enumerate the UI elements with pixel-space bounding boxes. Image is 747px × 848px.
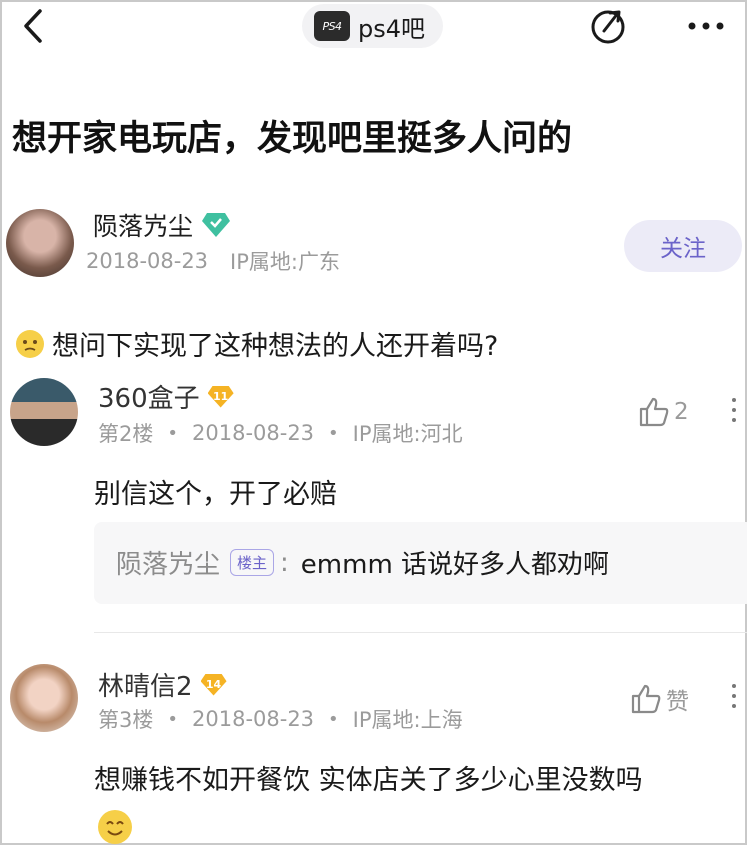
share-button[interactable] bbox=[586, 4, 630, 48]
reply-colon: : bbox=[280, 547, 289, 578]
back-icon bbox=[24, 9, 42, 43]
more-button[interactable] bbox=[684, 4, 728, 48]
share-icon bbox=[591, 10, 625, 44]
comment-meta: 第2楼 • 2018-08-23 • IP属地:河北 bbox=[98, 418, 463, 448]
kebab-icon[interactable] bbox=[729, 398, 739, 422]
author-meta: 2018-08-23 IP属地:广东 bbox=[86, 246, 340, 276]
forum-name: ps4吧 bbox=[358, 14, 426, 43]
level-badge-icon: 11 bbox=[207, 385, 234, 408]
comment-date: 2018-08-23 bbox=[192, 707, 315, 731]
divider bbox=[94, 632, 747, 633]
comment-avatar[interactable] bbox=[10, 664, 78, 732]
forum-logo: PS4 bbox=[314, 11, 350, 41]
comment-floor: 第3楼 bbox=[98, 708, 154, 732]
post-ip: IP属地:广东 bbox=[230, 250, 340, 274]
more-icon bbox=[688, 22, 724, 30]
comment-author-name: 360盒子 bbox=[98, 384, 200, 414]
post-date: 2018-08-23 bbox=[86, 249, 209, 273]
post-title: 想开家电玩店，发现吧里挺多人问的 bbox=[12, 119, 573, 159]
reply-box[interactable]: 陨落㞧尘 楼主 : emmm 话说好多人都劝啊 bbox=[94, 522, 747, 604]
comment-author-row[interactable]: 360盒子 11 bbox=[98, 378, 234, 415]
comment-meta: 第3楼 • 2018-08-23 • IP属地:上海 bbox=[98, 704, 463, 734]
reply-user[interactable]: 陨落㞧尘 bbox=[116, 544, 220, 581]
verified-icon bbox=[202, 213, 231, 237]
comment-floor: 第2楼 bbox=[98, 422, 154, 446]
author-name-row[interactable]: 陨落㞧尘 bbox=[93, 207, 231, 243]
post-body: 想问下实现了这种想法的人还开着吗? bbox=[16, 324, 498, 363]
comment-avatar[interactable] bbox=[10, 378, 78, 446]
forum-pill[interactable]: PS4 ps4吧 bbox=[302, 4, 444, 48]
comment-ip: IP属地:上海 bbox=[352, 708, 463, 732]
follow-button[interactable]: 关注 bbox=[624, 220, 742, 272]
comment-date: 2018-08-23 bbox=[192, 421, 315, 445]
thumbs-up-icon bbox=[639, 397, 669, 427]
post-text: 想问下实现了这种想法的人还开着吗? bbox=[52, 331, 499, 362]
reply-line: 陨落㞧尘 楼主 : emmm 话说好多人都劝啊 bbox=[116, 544, 609, 581]
op-tag: 楼主 bbox=[230, 549, 275, 576]
thumbs-up-icon bbox=[631, 684, 661, 714]
author-avatar[interactable] bbox=[6, 209, 74, 277]
comment-author-row[interactable]: 林晴信2 14 bbox=[98, 666, 227, 703]
reply-text: emmm 话说好多人都劝啊 bbox=[300, 550, 610, 580]
kebab-icon[interactable] bbox=[729, 684, 739, 708]
comment-text: 想赚钱不如开餐饮 实体店关了多少心里没数吗 bbox=[94, 765, 643, 796]
like-button[interactable]: 2 bbox=[638, 396, 689, 428]
comment-text: 别信这个，开了必赔 bbox=[94, 479, 337, 510]
level-badge-icon: 14 bbox=[200, 673, 227, 696]
like-button[interactable]: 赞 bbox=[630, 682, 689, 716]
emoji-icon bbox=[98, 810, 132, 844]
emoji-icon bbox=[16, 329, 44, 358]
like-count: 2 bbox=[674, 399, 689, 425]
like-label: 赞 bbox=[666, 689, 689, 715]
comment-ip: IP属地:河北 bbox=[352, 422, 463, 446]
back-button[interactable] bbox=[16, 6, 50, 46]
author-name: 陨落㞧尘 bbox=[93, 212, 194, 241]
comment-author-name: 林晴信2 bbox=[98, 672, 193, 702]
